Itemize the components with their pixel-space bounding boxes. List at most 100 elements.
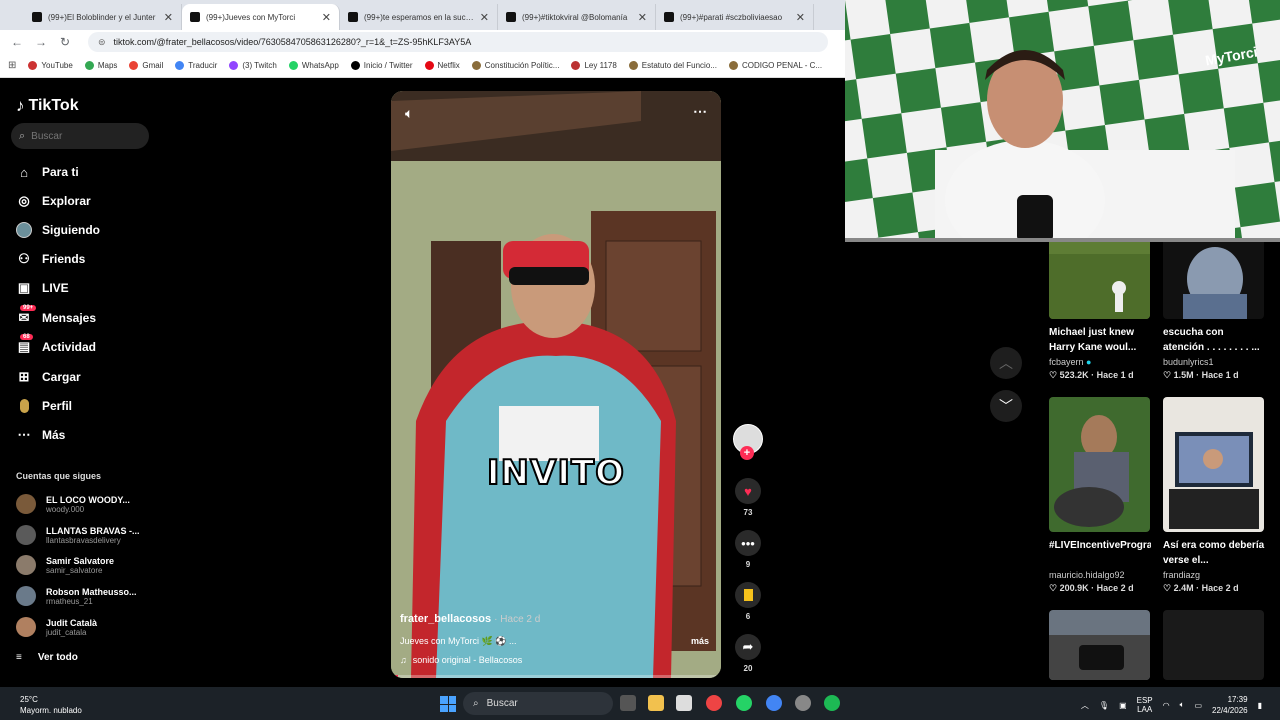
video-sound[interactable]: ♫ sonido original - Bellacosos <box>400 655 522 665</box>
nav-actividad[interactable]: ▤ 68 Actividad <box>16 334 96 355</box>
reload-icon[interactable]: ↻ <box>58 35 72 49</box>
settings-icon[interactable] <box>795 695 811 711</box>
url-field[interactable]: ⊜ tiktok.com/@frater_bellacosos/video/76… <box>88 32 828 52</box>
followed-account[interactable]: EL LOCO WOODY... woody.000 <box>16 494 130 514</box>
bookmark-netflix[interactable]: Netflix <box>424 61 460 70</box>
chrome-icon[interactable] <box>706 695 722 711</box>
bookmark-ley[interactable]: Ley 1178 <box>571 61 617 70</box>
forward-icon[interactable]: → <box>34 35 48 49</box>
search-icon: ⌕ <box>19 129 26 142</box>
address-bar: ← → ↻ ⊜ tiktok.com/@frater_bellacosos/vi… <box>0 30 845 54</box>
card-author: fcbayern <box>1049 357 1084 367</box>
bookmark-twitter[interactable]: Inicio / Twitter <box>350 61 413 70</box>
more-icon: ⋯ <box>17 427 31 442</box>
browser-tab-active[interactable]: (99+)Jueves con MyTorci ✕ <box>182 4 340 30</box>
close-tab-icon[interactable]: ✕ <box>164 11 173 24</box>
close-tab-icon[interactable]: ✕ <box>480 11 489 24</box>
more-link[interactable]: más <box>691 636 709 646</box>
save-button[interactable]: 6 <box>731 582 765 621</box>
apps-icon[interactable]: ⊞ <box>8 60 16 71</box>
task-view-icon[interactable] <box>620 695 636 711</box>
volume-icon[interactable]: 🔈︎ <box>405 105 413 122</box>
nav-mas[interactable]: ⋯ Más <box>16 427 66 443</box>
site-info-icon[interactable]: ⊜ <box>98 37 106 48</box>
search-input[interactable] <box>31 130 132 142</box>
close-tab-icon[interactable]: ✕ <box>322 11 331 24</box>
tiktok-logo[interactable]: ♪ TikTok <box>16 96 79 116</box>
recommended-video-card[interactable] <box>1049 610 1151 680</box>
nav-cargar[interactable]: ⊞ Cargar <box>16 369 81 385</box>
video-progress-fill <box>391 675 398 678</box>
video-progress-bar[interactable] <box>391 675 721 678</box>
nav-friends[interactable]: ⚇ Friends <box>16 251 85 267</box>
windows-start-icon[interactable] <box>440 696 456 712</box>
share-count: 20 <box>743 664 753 673</box>
browser-tab[interactable]: (99+)te esperamos en la sucursal ✕ <box>340 4 498 30</box>
nav-live[interactable]: ▣ LIVE <box>16 280 69 296</box>
bookmark-whatsapp[interactable]: WhatsApp <box>288 61 339 70</box>
messages-badge: 99+ <box>20 305 37 311</box>
back-icon[interactable]: ← <box>10 35 24 49</box>
card-stats: 1.5M · Hace 1 d <box>1173 370 1239 380</box>
video-player[interactable]: 🔈︎ ⋯ INVITO frater_bellacosos · Hace 2 d… <box>391 91 721 678</box>
battery-icon[interactable]: ▭ <box>1194 701 1202 710</box>
bookmark-codigo-penal[interactable]: CODIGO PENAL - C... <box>728 61 822 70</box>
chevron-down-icon: ﹀ <box>999 398 1013 414</box>
device-icon[interactable]: ▣ <box>1119 701 1127 710</box>
comment-button[interactable]: ••• 9 <box>731 530 765 569</box>
nav-siguiendo[interactable]: Siguiendo <box>16 222 100 238</box>
bookmark-gmail[interactable]: Gmail <box>129 61 163 70</box>
microphone-icon[interactable]: 🎙︎ <box>1099 701 1109 710</box>
bookmark-translate[interactable]: Traducir <box>175 61 217 70</box>
previous-video-button[interactable]: ︿ <box>990 347 1022 379</box>
search-box[interactable]: ⌕ <box>11 123 149 149</box>
file-explorer-icon[interactable] <box>648 695 664 711</box>
like-button[interactable]: ♥ 73 <box>731 478 765 517</box>
followed-account[interactable]: Robson Matheusso... rmatheus_21 <box>16 586 137 606</box>
avatar <box>16 586 36 606</box>
notifications-icon[interactable]: ▮ <box>1258 701 1262 710</box>
nav-mensajes[interactable]: ✉ 99+ Mensajes <box>16 305 96 326</box>
browser-tab[interactable]: (99+)#parati #sczboliviaesao ✕ <box>656 4 814 30</box>
next-video-button[interactable]: ﹀ <box>990 390 1022 422</box>
nav-perfil[interactable]: Perfil <box>16 398 72 414</box>
bookmark-constitucion[interactable]: Constitución Polític... <box>471 61 559 70</box>
spotify-icon[interactable] <box>824 695 840 711</box>
music-note-icon: ♫ <box>400 655 407 665</box>
followed-account[interactable]: Samir Salvatore samir_salvatore <box>16 555 114 575</box>
caption-overlay: INVITO <box>486 452 626 494</box>
followed-account[interactable]: LLANTAS BRAVAS -... llantasbravasdelivery <box>16 525 140 545</box>
volume-icon[interactable]: 🔈︎ <box>1180 700 1185 710</box>
chevron-up-icon[interactable]: ︿ <box>1081 700 1089 711</box>
language-indicator[interactable]: ESP LAA <box>1137 696 1153 714</box>
close-tab-icon[interactable]: ✕ <box>638 11 647 24</box>
video-author[interactable]: frater_bellacosos · Hace 2 d <box>400 613 540 625</box>
card-stats: 200.9K · Hace 2 d <box>1059 583 1134 593</box>
close-tab-icon[interactable]: ✕ <box>796 11 805 24</box>
tiktok-favicon-icon <box>506 12 516 22</box>
more-options-icon[interactable]: ⋯ <box>693 103 707 120</box>
follow-plus-icon[interactable]: + <box>740 446 754 460</box>
whatsapp-icon[interactable] <box>736 695 752 711</box>
bookmark-maps[interactable]: Maps <box>84 61 117 70</box>
creator-avatar-button[interactable]: + <box>731 424 765 460</box>
nav-explorar[interactable]: ◎ Explorar <box>16 193 90 209</box>
recommended-video-card[interactable]: Así era como debería verse el... frandia… <box>1163 397 1265 594</box>
recommended-video-card[interactable]: #LIVEIncentiveProgram... mauricio.hidalg… <box>1049 397 1151 594</box>
bookmark-estatuto[interactable]: Estatuto del Funcio... <box>628 61 717 70</box>
taskbar-search[interactable]: ⌕ Buscar <box>463 692 613 715</box>
chrome-profile-icon[interactable] <box>766 695 782 711</box>
browser-tab[interactable]: (99+)El Boloblinder y el Junter ✕ <box>24 4 182 30</box>
bookmark-youtube[interactable]: YouTube <box>28 61 73 70</box>
wifi-icon[interactable]: ◠ <box>1163 701 1170 710</box>
store-icon[interactable] <box>676 695 692 711</box>
clock[interactable]: 17:39 22/4/2026 <box>1212 694 1248 716</box>
recommended-video-card[interactable] <box>1163 610 1265 680</box>
followed-account[interactable]: Judit Català judit_catala <box>16 617 97 637</box>
share-button[interactable]: ➦ 20 <box>731 634 765 673</box>
browser-tab[interactable]: (99+)#tiktokviral @Bolomanía ✕ <box>498 4 656 30</box>
weather-widget[interactable]: 25°C Mayorm. nublado <box>20 694 82 716</box>
see-all-link[interactable]: ≡ Ver todo <box>16 652 78 663</box>
bookmark-twitch[interactable]: (3) Twitch <box>229 61 277 70</box>
nav-para-ti[interactable]: ⌂ Para ti <box>16 164 79 180</box>
